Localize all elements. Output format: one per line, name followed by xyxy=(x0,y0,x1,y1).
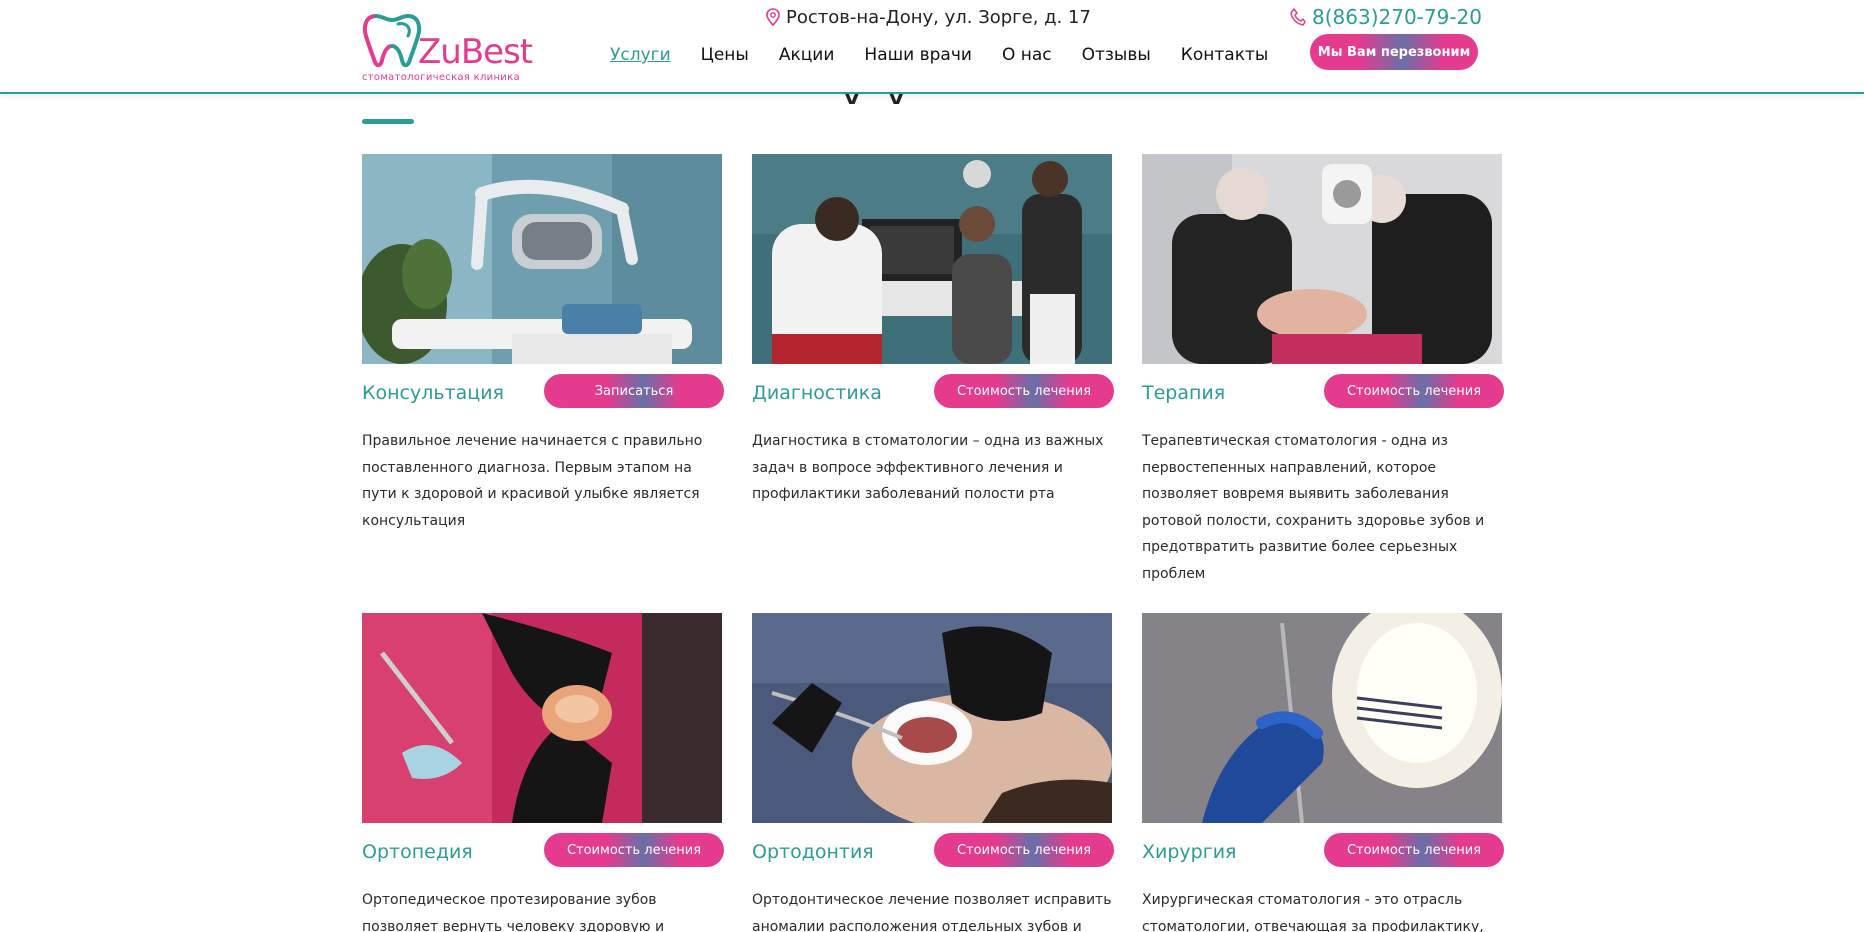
nav-item-about[interactable]: О нас xyxy=(1002,45,1052,65)
service-title: Ортопедия xyxy=(362,841,473,863)
service-description: Хирургическая стоматология - это отрасль… xyxy=(1142,892,1484,932)
nav-item-prices[interactable]: Цены xyxy=(701,45,749,65)
callback-button[interactable]: Мы Вам перезвоним xyxy=(1310,34,1478,70)
service-description: Терапевтическая стоматология - одна из п… xyxy=(1142,433,1485,582)
phone[interactable]: 8(863)270-79-20 xyxy=(1290,4,1482,30)
phone-number[interactable]: 8(863)270-79-20 xyxy=(1312,5,1482,29)
nav-item-services[interactable]: Услуги xyxy=(610,45,671,65)
price-button[interactable]: Стоимость лечения xyxy=(544,833,724,867)
nav-item-reviews[interactable]: Отзывы xyxy=(1082,45,1151,65)
price-button[interactable]: Стоимость лечения xyxy=(1324,833,1504,867)
surgery-photo xyxy=(1142,613,1502,823)
service-card-consultation: Консультация Записаться Правильное лечен… xyxy=(362,154,724,534)
main-nav: Услуги Цены Акции Наши врачи О нас Отзыв… xyxy=(610,40,1298,70)
service-description: Правильное лечение начинается с правильн… xyxy=(362,433,703,529)
diagnostics-photo xyxy=(752,154,1112,364)
service-description: Диагностика в стоматологии – одна из важ… xyxy=(752,433,1104,502)
address: Ростов-на-Дону, ул. Зорге, д. 17 xyxy=(766,4,1091,30)
heading-accent-line xyxy=(362,119,414,124)
service-card-surgery: Хирургия Стоимость лечения Хирургическая… xyxy=(1142,613,1504,932)
consultation-photo xyxy=(362,154,722,364)
service-card-orthodontics: Ортодонтия Стоимость лечения Ортодонтиче… xyxy=(752,613,1114,932)
service-card-therapy: Терапия Стоимость лечения Терапевтическа… xyxy=(1142,154,1504,587)
service-title: Консультация xyxy=(362,382,504,404)
service-title: Диагностика xyxy=(752,382,882,404)
logo[interactable]: ZuBest стоматологическая клиника xyxy=(362,10,548,84)
therapy-photo xyxy=(1142,154,1502,364)
phone-icon xyxy=(1290,8,1306,26)
logo-name: ZuBest xyxy=(418,32,533,72)
site-header: ZuBest стоматологическая клиника Ростов-… xyxy=(0,0,1864,94)
address-text: Ростов-на-Дону, ул. Зорге, д. 17 xyxy=(786,6,1091,28)
nav-item-promotions[interactable]: Акции xyxy=(779,45,835,65)
location-pin-icon xyxy=(766,8,780,26)
service-description: Ортопедическое протезирование зубов позв… xyxy=(362,892,665,932)
price-button[interactable]: Стоимость лечения xyxy=(934,374,1114,408)
logo-subtitle: стоматологическая клиника xyxy=(362,72,520,83)
service-title: Ортодонтия xyxy=(752,841,874,863)
service-card-diagnostics: Диагностика Стоимость лечения Диагностик… xyxy=(752,154,1114,508)
price-button[interactable]: Стоимость лечения xyxy=(1324,374,1504,408)
service-description: Ортодонтическое лечение позволяет исправ… xyxy=(752,892,1112,932)
orthopedics-photo xyxy=(362,613,722,823)
page: ZuBest стоматологическая клиника Ростов-… xyxy=(0,0,1864,932)
orthodontics-photo xyxy=(752,613,1112,823)
book-button[interactable]: Записаться xyxy=(544,374,724,408)
service-card-orthopedics: Ортопедия Стоимость лечения Ортопедическ… xyxy=(362,613,724,932)
nav-item-doctors[interactable]: Наши врачи xyxy=(864,45,972,65)
service-title: Хирургия xyxy=(1142,841,1237,863)
tooth-logo-icon xyxy=(362,13,422,68)
nav-item-contacts[interactable]: Контакты xyxy=(1181,45,1269,65)
price-button[interactable]: Стоимость лечения xyxy=(934,833,1114,867)
service-title: Терапия xyxy=(1142,382,1226,404)
